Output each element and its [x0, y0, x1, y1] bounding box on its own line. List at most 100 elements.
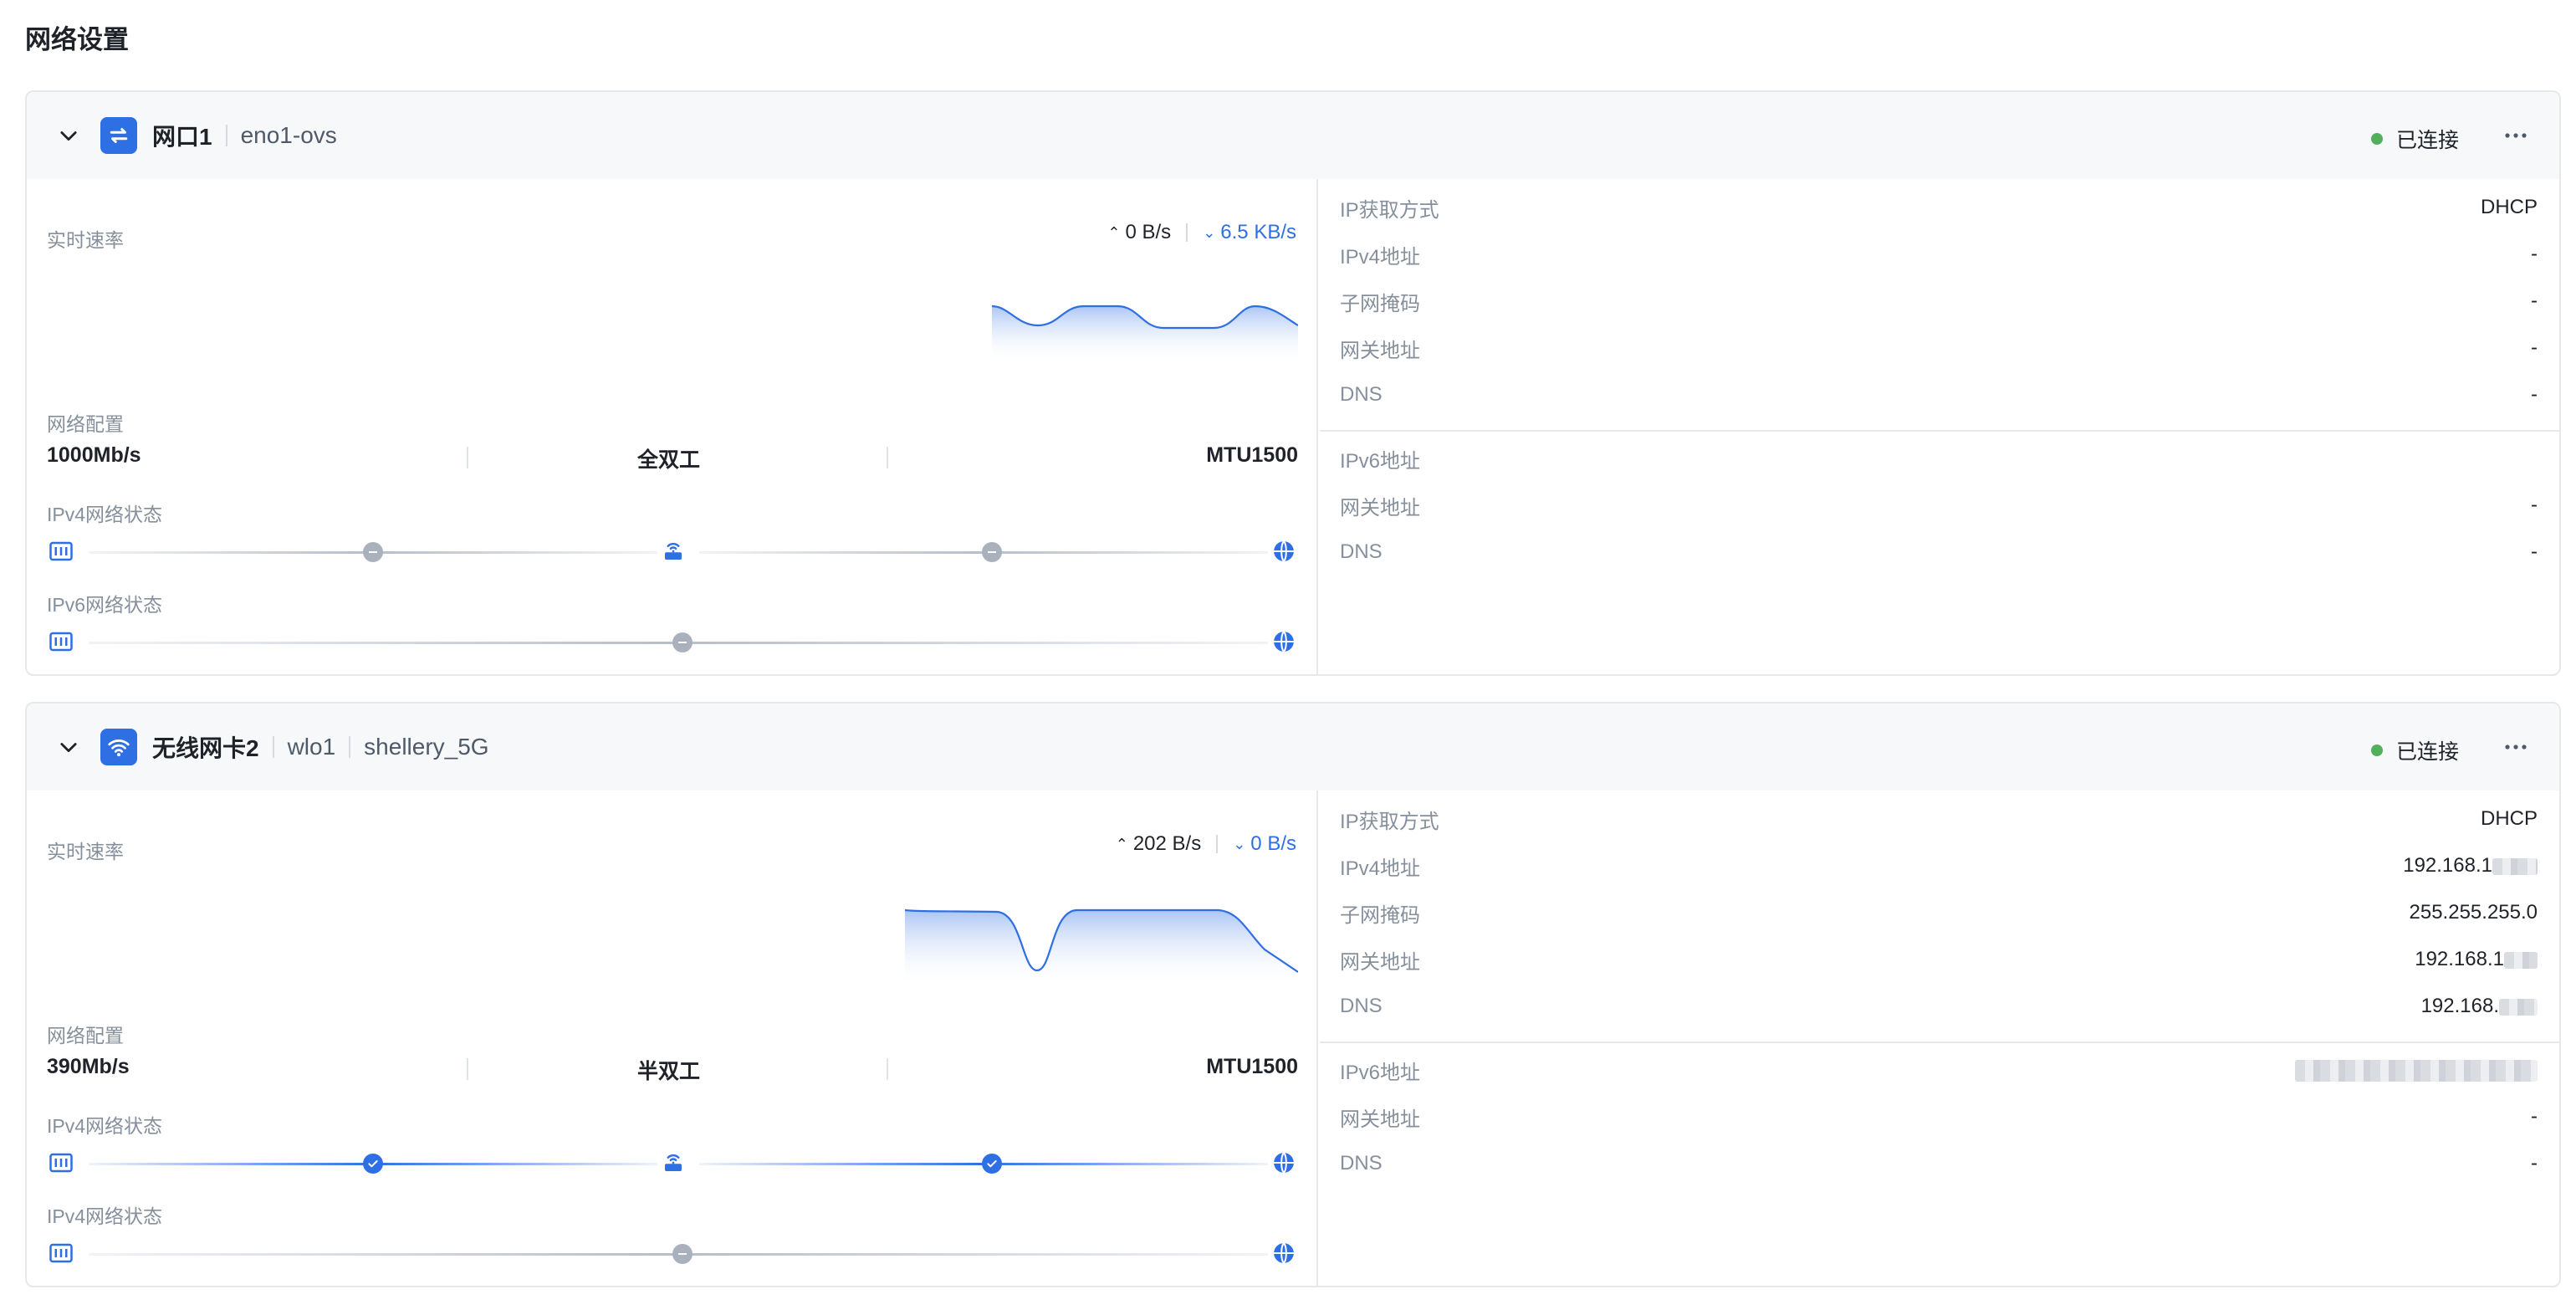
- ipv4-state-label: IPv4网络状态: [47, 504, 163, 525]
- more-icon[interactable]: [2502, 734, 2529, 760]
- arrow-down-icon: ⌄: [1203, 223, 1216, 241]
- redacted-value: [2499, 998, 2538, 1016]
- rate-label: 实时速率: [47, 841, 124, 862]
- redacted-value: [2504, 951, 2538, 969]
- arrow-down-icon: ⌄: [1233, 835, 1246, 852]
- mtu: MTU1500: [1206, 443, 1298, 467]
- ip-row: IP获取方式 DHCP: [1340, 196, 2538, 222]
- ip-row: 网关地址 -: [1340, 1105, 2538, 1131]
- mtu: MTU1500: [1206, 1055, 1298, 1078]
- status-dot: [2370, 133, 2383, 145]
- ipv4-state-track: [47, 1149, 1298, 1179]
- status-badge: 已连接: [2370, 124, 2459, 154]
- ip-row: IPv4地址 -: [1340, 243, 2538, 269]
- download-rate: ⌄ 0 B/s: [1233, 832, 1296, 855]
- ip-row: IPv6地址: [1340, 1053, 2538, 1087]
- ip-row: IPv4地址 192.168.1: [1340, 849, 2538, 883]
- ethernet-swap-icon: [100, 117, 137, 154]
- status-badge: 已连接: [2370, 735, 2459, 765]
- netcfg-label: 网络配置: [47, 1025, 124, 1046]
- check-icon: [363, 1154, 383, 1174]
- netcfg-row: 390Mb/s 半双工 MTU1500: [47, 1055, 1298, 1083]
- nic-card-2: 无线网卡2 wlo1 shellery_5G 已连接 实时速率 ⌃ 202 B/s: [25, 702, 2561, 1287]
- router-icon: [659, 1149, 687, 1177]
- chevron-down-icon[interactable]: [57, 735, 80, 759]
- rate-label: 实时速率: [47, 229, 124, 251]
- divider: [349, 736, 351, 758]
- chevron-down-icon[interactable]: [57, 124, 80, 147]
- status-dot: [2370, 745, 2383, 756]
- ip-row: DNS -: [1340, 1152, 2538, 1174]
- ipv4-link-node-1: [363, 542, 383, 562]
- ip-row: 网关地址 -: [1340, 494, 2538, 519]
- divider: [467, 447, 468, 468]
- ip-row: IPv6地址: [1340, 449, 1421, 473]
- nic-stats-panel: 实时速率 ⌃202 B/s ⌄0 B/s 网络配置 390Mb/s 半双工: [27, 791, 1318, 1286]
- link-speed: 390Mb/s: [47, 1055, 130, 1078]
- ipv6-link-node: [672, 632, 693, 652]
- redacted-value: [2492, 857, 2538, 875]
- divider: [1320, 430, 2559, 432]
- duplex-mode: 全双工: [637, 448, 701, 472]
- nic-card-header[interactable]: 网口1 eno1-ovs 已连接: [27, 92, 2559, 179]
- check-icon: [982, 1154, 1002, 1174]
- nic-device-icon: [47, 1149, 75, 1177]
- divider: [272, 736, 274, 758]
- nic-device-icon: [47, 537, 75, 565]
- link-speed: 1000Mb/s: [47, 443, 141, 467]
- rate-readout: ⌃ 202 B/s ⌄ 0 B/s: [1116, 832, 1296, 856]
- ip-row: DNS -: [1340, 540, 2538, 563]
- ip-row: IP获取方式 DHCP: [1340, 807, 2538, 833]
- nic-device-icon: [47, 1239, 75, 1267]
- nic-ip-panel: IP获取方式 DHCP IPv4地址 192.168.1 子网掩码 255.255.2…: [1320, 791, 2559, 1286]
- divider: [467, 1058, 468, 1080]
- nic-ip-panel: IP获取方式 DHCP IPv4地址 - 子网掩码 - 网关地址 - DNS - IPv6…: [1320, 179, 2559, 674]
- globe-icon: [1270, 627, 1298, 656]
- ip-row: 网关地址 -: [1340, 336, 2538, 362]
- netcfg-row: 1000Mb/s 全双工 MTU1500: [47, 443, 1298, 472]
- status-text: 已连接: [2395, 129, 2459, 152]
- ipv4-state-track: [47, 537, 1298, 567]
- nic-name: 无线网卡2: [152, 735, 259, 761]
- nic-interface: wlo1: [287, 734, 336, 760]
- ipv6-state-label: IPv6网络状态: [47, 594, 163, 616]
- upload-rate: ⌃ 202 B/s: [1115, 832, 1202, 855]
- ipv6-state-label: IPv4网络状态: [47, 1205, 163, 1227]
- redacted-value: [2295, 1059, 2538, 1082]
- page-title: 网络设置: [25, 25, 129, 54]
- ipv6-state-track: [47, 1239, 1298, 1269]
- ip-row: 子网掩码 255.255.255.0: [1340, 901, 2538, 927]
- rate-sparkline: [992, 304, 1298, 363]
- nic-card-1: 网口1 eno1-ovs 已连接 实时速率 ⌃0 B/s ⌄6.5 KB/s: [25, 90, 2561, 676]
- divider: [225, 125, 227, 146]
- ipv6-state-track: [47, 627, 1298, 658]
- arrow-up-icon: ⌃: [1115, 835, 1128, 852]
- ipv4-state-label: IPv4网络状态: [47, 1115, 163, 1137]
- nic-card-header[interactable]: 无线网卡2 wlo1 shellery_5G 已连接: [27, 704, 2559, 791]
- ip-row: 子网掩码 -: [1340, 289, 2538, 315]
- wifi-icon: [100, 729, 137, 765]
- download-rate: ⌄ 6.5 KB/s: [1203, 221, 1296, 243]
- netcfg-label: 网络配置: [47, 413, 124, 435]
- divider: [1216, 835, 1219, 853]
- divider: [1320, 1041, 2559, 1043]
- more-icon[interactable]: [2502, 122, 2529, 149]
- wifi-ssid: shellery_5G: [364, 734, 489, 760]
- rate-sparkline: [905, 908, 1298, 987]
- nic-interface: eno1-ovs: [240, 122, 337, 148]
- nic-device-icon: [47, 627, 75, 656]
- divider: [887, 447, 888, 468]
- globe-icon: [1270, 537, 1298, 565]
- rate-readout: ⌃ 0 B/s ⌄ 6.5 KB/s: [1107, 221, 1296, 244]
- nic-name: 网口1: [152, 124, 212, 150]
- divider: [1186, 223, 1188, 242]
- arrow-up-icon: ⌃: [1107, 223, 1121, 241]
- nic-stats-panel: 实时速率 ⌃ 0 B/s ⌄ 6.5 KB/s 网络配置 1000Mb/s 全双工: [27, 179, 1318, 674]
- router-icon: [659, 537, 687, 565]
- ipv6-link-node: [672, 1244, 693, 1264]
- globe-icon: [1270, 1239, 1298, 1267]
- duplex-mode: 半双工: [637, 1060, 701, 1083]
- ipv4-link-node-2: [982, 542, 1002, 562]
- divider: [887, 1058, 888, 1080]
- status-text: 已连接: [2395, 740, 2459, 764]
